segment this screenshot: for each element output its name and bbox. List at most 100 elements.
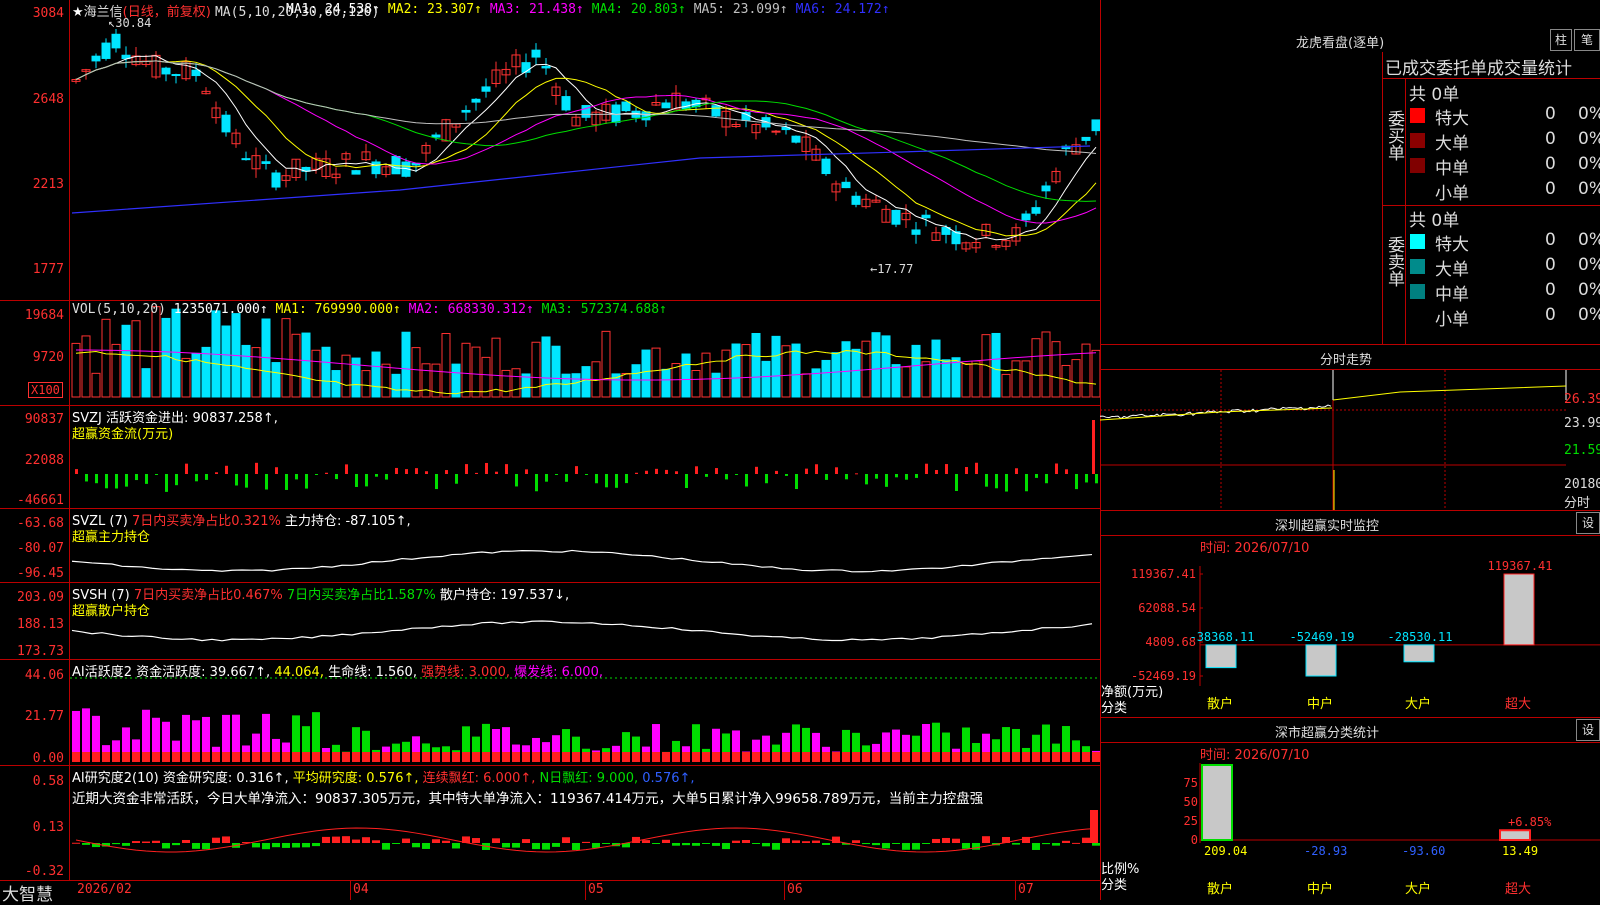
volume-bar bbox=[821, 359, 831, 398]
candle bbox=[351, 170, 361, 175]
kline-chart[interactable] bbox=[0, 0, 1100, 900]
tab-filled[interactable]: 已成交 bbox=[1385, 54, 1436, 79]
candle bbox=[531, 49, 541, 58]
ai-research-summary: 近期大资金非常活跃，今日大单净流入：90837.305万元，其中特大单净流入：1… bbox=[72, 791, 984, 807]
research-bar bbox=[322, 836, 330, 843]
research-bar bbox=[142, 841, 150, 843]
svzl-subtitle: 超赢主力持仓 bbox=[72, 530, 151, 545]
order-name: 特大 bbox=[1435, 235, 1469, 255]
research-bar bbox=[662, 839, 670, 843]
tick-mode-button[interactable]: 笔 bbox=[1574, 29, 1600, 51]
active-base bbox=[652, 752, 660, 762]
sz-monitor-chart: 119367.41 62088.54 4809.68 -52469.19 -38368.… bbox=[1131, 559, 1600, 712]
active-base bbox=[612, 752, 620, 762]
flow-bar bbox=[1065, 469, 1068, 474]
volume-bar bbox=[651, 347, 661, 398]
active-base bbox=[802, 752, 810, 762]
x-grid bbox=[1015, 880, 1016, 900]
research-bar bbox=[522, 839, 530, 843]
research-bar bbox=[812, 840, 820, 843]
research-bar bbox=[802, 841, 810, 843]
active-base bbox=[1092, 752, 1100, 762]
flow-bar bbox=[185, 463, 188, 474]
volume-bar bbox=[91, 372, 101, 398]
active-base bbox=[712, 752, 720, 762]
volume-bar bbox=[881, 335, 891, 398]
sz-monitor-settings-button[interactable]: 设 bbox=[1576, 512, 1600, 534]
volume-bar bbox=[421, 363, 431, 398]
research-bar bbox=[792, 840, 800, 843]
active-base bbox=[342, 752, 350, 762]
research-bar bbox=[952, 838, 960, 843]
active-base bbox=[412, 752, 420, 762]
volume-bar bbox=[1081, 343, 1091, 398]
intraday-chart[interactable] bbox=[1100, 370, 1600, 510]
research-bar bbox=[432, 839, 440, 843]
flow-bar bbox=[665, 469, 668, 474]
active-base bbox=[622, 752, 630, 762]
flow-bar bbox=[1092, 420, 1095, 474]
svsh-line bbox=[71, 620, 1093, 642]
volume-bars bbox=[71, 306, 1100, 398]
research-bar bbox=[602, 843, 610, 844]
research-bar bbox=[112, 843, 120, 845]
active-base bbox=[272, 752, 280, 762]
volume-bar bbox=[371, 351, 381, 398]
sz-class-title: 深市超赢分类统计 bbox=[1275, 726, 1380, 741]
flow-bar bbox=[795, 474, 798, 490]
order-color-swatch bbox=[1410, 158, 1425, 173]
divider bbox=[1100, 510, 1600, 511]
research-bar bbox=[962, 843, 970, 849]
flow-bar bbox=[345, 464, 348, 474]
flow-bar bbox=[695, 466, 698, 474]
volume-bar bbox=[761, 360, 771, 398]
sz-class-settings-button[interactable]: 设 bbox=[1576, 719, 1600, 741]
monitor-bar bbox=[1503, 573, 1535, 646]
active-base bbox=[762, 752, 770, 762]
flow-bar bbox=[585, 474, 588, 475]
x-tick: 07 bbox=[1018, 882, 1034, 897]
flow-bar bbox=[1055, 463, 1058, 474]
sz-class-xlabel: 分类 bbox=[1101, 878, 1128, 893]
volume-bar bbox=[801, 373, 811, 398]
x-tick: 2026/02 bbox=[77, 882, 132, 897]
flow-bar bbox=[445, 470, 448, 474]
active-base bbox=[262, 752, 270, 762]
bar-value: -52469.19 bbox=[1289, 630, 1354, 644]
volume-bar bbox=[181, 357, 191, 398]
flow-bar bbox=[145, 474, 148, 484]
volume-bar bbox=[351, 357, 361, 398]
active-base bbox=[662, 752, 670, 762]
flow-bar bbox=[875, 474, 878, 479]
volume-bar bbox=[171, 308, 181, 398]
flow-bar bbox=[375, 474, 378, 477]
divider bbox=[1100, 717, 1600, 718]
active-base bbox=[92, 752, 100, 762]
candle bbox=[791, 135, 801, 143]
order-pct: 0% bbox=[1578, 305, 1600, 325]
tab-orders[interactable]: 委托单 bbox=[1436, 54, 1487, 79]
svzj-subtitle: 超赢资金流(万元) bbox=[72, 427, 174, 442]
research-bar bbox=[382, 843, 390, 850]
active-base bbox=[752, 752, 760, 762]
candle bbox=[821, 158, 831, 175]
active-base bbox=[102, 752, 110, 762]
volume-bar bbox=[401, 331, 411, 398]
class-bar bbox=[1201, 764, 1233, 841]
active-base bbox=[792, 752, 800, 762]
sell-total: 共 0单 bbox=[1409, 211, 1460, 231]
active-base bbox=[242, 752, 250, 762]
bar-mode-button[interactable]: 柱 bbox=[1550, 29, 1572, 51]
ma-legend-item: MA3: 21.438↑ bbox=[489, 2, 584, 17]
flow-bar bbox=[315, 474, 318, 475]
active-base bbox=[252, 752, 260, 762]
tab-volume-stats[interactable]: 成交量统计 bbox=[1487, 54, 1572, 79]
x-grid bbox=[784, 880, 785, 900]
active-base bbox=[162, 752, 170, 762]
active-base bbox=[702, 752, 710, 762]
y-tick: 75 bbox=[1184, 776, 1198, 790]
research-bar bbox=[502, 843, 510, 848]
research-bar bbox=[512, 843, 520, 848]
volume-bar bbox=[661, 368, 671, 398]
candle bbox=[271, 172, 281, 188]
